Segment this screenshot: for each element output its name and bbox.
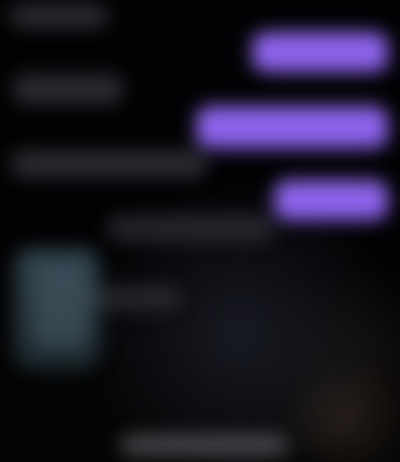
bottom-pill bbox=[120, 434, 288, 456]
incoming-message-bubble bbox=[10, 4, 108, 28]
blurred-chat-screen bbox=[0, 0, 400, 462]
media-preview-inner bbox=[34, 264, 88, 348]
outgoing-message-bubble bbox=[274, 180, 388, 220]
incoming-message-bubble bbox=[10, 150, 208, 178]
bottom-right-glow bbox=[278, 370, 400, 462]
outgoing-message-bubble bbox=[196, 106, 388, 148]
incoming-message-bubble bbox=[12, 74, 124, 104]
outgoing-message-bubble bbox=[252, 32, 388, 72]
incoming-message-bubble bbox=[106, 214, 274, 242]
blurred-background-layer bbox=[0, 0, 400, 462]
incoming-message-bubble bbox=[88, 286, 180, 310]
